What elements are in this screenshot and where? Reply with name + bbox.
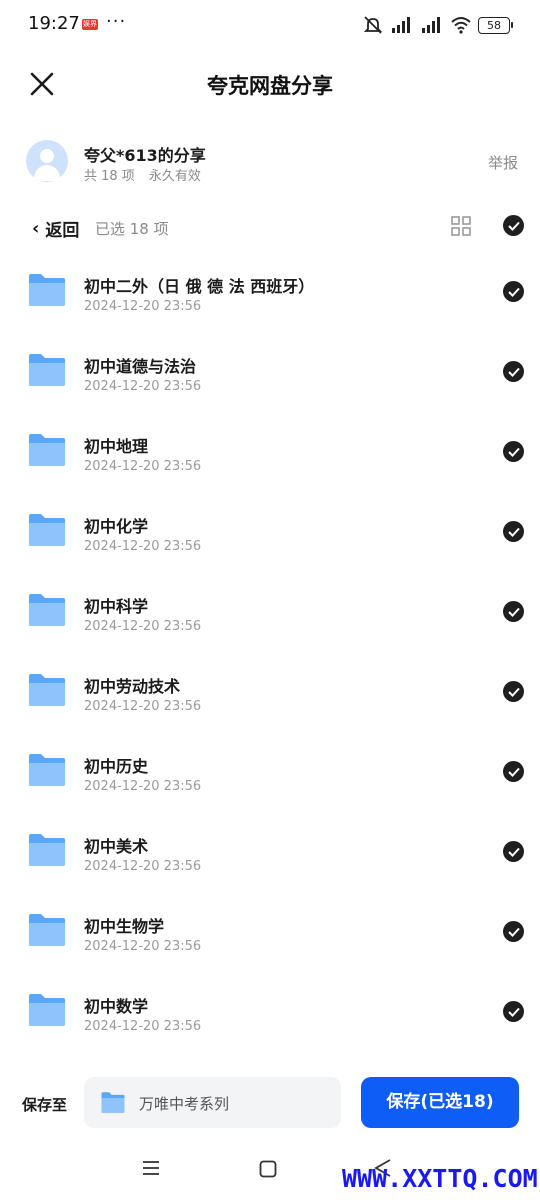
avatar-head — [40, 149, 54, 163]
back-button[interactable]: ‹ 返回 — [32, 216, 79, 241]
file-name: 初中化学 — [84, 517, 149, 536]
folder-icon — [101, 1092, 125, 1113]
status-time: 19:27 — [28, 13, 80, 34]
check-icon[interactable] — [503, 361, 524, 382]
menu-icon[interactable] — [142, 1160, 160, 1176]
status-indicators: 58 — [362, 14, 513, 36]
file-date: 2024-12-20 23:56 — [84, 459, 202, 474]
file-date: 2024-12-20 23:56 — [84, 619, 202, 634]
file-name: 初中数学 — [84, 997, 149, 1016]
folder-icon — [29, 834, 65, 866]
check-icon[interactable] — [503, 681, 524, 702]
check-icon[interactable] — [503, 601, 524, 622]
folder-icon — [29, 994, 65, 1026]
home-icon[interactable] — [259, 1160, 277, 1178]
file-date: 2024-12-20 23:56 — [84, 699, 202, 714]
file-name: 初中历史 — [84, 757, 149, 776]
file-row[interactable]: 初中地理 2024-12-20 23:56 — [0, 412, 540, 492]
folder-icon — [29, 674, 65, 706]
signal-icon — [392, 17, 410, 33]
save-to-label: 保存至 — [22, 1096, 68, 1114]
file-row[interactable]: 初中历史 2024-12-20 23:56 — [0, 732, 540, 812]
battery-icon: 58 — [478, 16, 513, 34]
status-more-dots: ··· — [106, 11, 127, 32]
check-icon[interactable] — [503, 761, 524, 782]
file-name: 初中地理 — [84, 437, 149, 456]
file-name: 初中科学 — [84, 597, 149, 616]
folder-icon — [29, 354, 65, 386]
folder-icon — [29, 274, 65, 306]
report-button[interactable]: 举报 — [488, 152, 518, 173]
check-icon[interactable] — [503, 521, 524, 542]
file-date: 2024-12-20 23:56 — [84, 779, 202, 794]
file-name: 初中生物学 — [84, 917, 165, 936]
save-button[interactable]: 保存(已选18) — [361, 1077, 519, 1128]
file-row[interactable]: 初中化学 2024-12-20 23:56 — [0, 492, 540, 572]
folder-icon — [29, 514, 65, 546]
share-owner: 夸父*613的分享 — [84, 146, 206, 165]
file-name: 初中劳动技术 — [84, 677, 181, 696]
file-row[interactable]: 初中科学 2024-12-20 23:56 — [0, 572, 540, 652]
folder-icon — [29, 754, 65, 786]
signal-icon-2 — [422, 17, 440, 33]
watermark: WWW.XXTTQ.COM — [342, 1164, 538, 1193]
check-icon[interactable] — [503, 1001, 524, 1022]
check-icon[interactable] — [503, 841, 524, 862]
wifi-icon — [451, 17, 471, 34]
file-date: 2024-12-20 23:56 — [84, 859, 202, 874]
file-name: 初中美术 — [84, 837, 149, 856]
file-list: 初中二外（日 俄 德 法 西班牙） 2024-12-20 23:56 初中道德与… — [0, 252, 540, 1052]
check-icon[interactable] — [503, 281, 524, 302]
file-row[interactable]: 初中数学 2024-12-20 23:56 — [0, 972, 540, 1052]
avatar — [26, 140, 68, 182]
chevron-left-icon: ‹ — [32, 218, 40, 239]
mute-icon — [363, 16, 383, 34]
avatar-body — [34, 165, 60, 181]
folder-icon — [29, 434, 65, 466]
page-title: 夸克网盘分享 — [207, 74, 333, 98]
file-row[interactable]: 初中劳动技术 2024-12-20 23:56 — [0, 652, 540, 732]
file-row[interactable]: 初中道德与法治 2024-12-20 23:56 — [0, 332, 540, 412]
grid-view-icon[interactable] — [451, 216, 471, 236]
folder-icon — [29, 594, 65, 626]
share-validity: 永久有效 — [148, 169, 201, 184]
file-date: 2024-12-20 23:56 — [84, 939, 202, 954]
share-meta: 共 18 项永久有效 — [84, 165, 201, 184]
file-date: 2024-12-20 23:56 — [84, 539, 202, 554]
status-app-badge: 娱界 — [82, 19, 98, 30]
file-date: 2024-12-20 23:56 — [84, 299, 202, 314]
file-name: 初中二外（日 俄 德 法 西班牙） — [84, 277, 315, 296]
file-date: 2024-12-20 23:56 — [84, 1019, 202, 1034]
file-row[interactable]: 初中二外（日 俄 德 法 西班牙） 2024-12-20 23:56 — [0, 252, 540, 332]
destination-name: 万唯中考系列 — [139, 1095, 230, 1113]
check-icon[interactable] — [503, 921, 524, 942]
folder-icon — [29, 914, 65, 946]
file-row[interactable]: 初中生物学 2024-12-20 23:56 — [0, 892, 540, 972]
file-date: 2024-12-20 23:56 — [84, 379, 202, 394]
status-bar: 19:27 娱界 ··· 58 — [0, 0, 540, 50]
back-label: 返回 — [45, 221, 80, 241]
selected-count: 已选 18 项 — [95, 220, 169, 238]
select-all-check-icon[interactable] — [503, 215, 524, 236]
share-count: 共 18 项 — [84, 169, 135, 184]
destination-picker[interactable]: 万唯中考系列 — [84, 1077, 341, 1128]
check-icon[interactable] — [503, 441, 524, 462]
file-row[interactable]: 初中美术 2024-12-20 23:56 — [0, 812, 540, 892]
file-name: 初中道德与法治 — [84, 357, 197, 376]
